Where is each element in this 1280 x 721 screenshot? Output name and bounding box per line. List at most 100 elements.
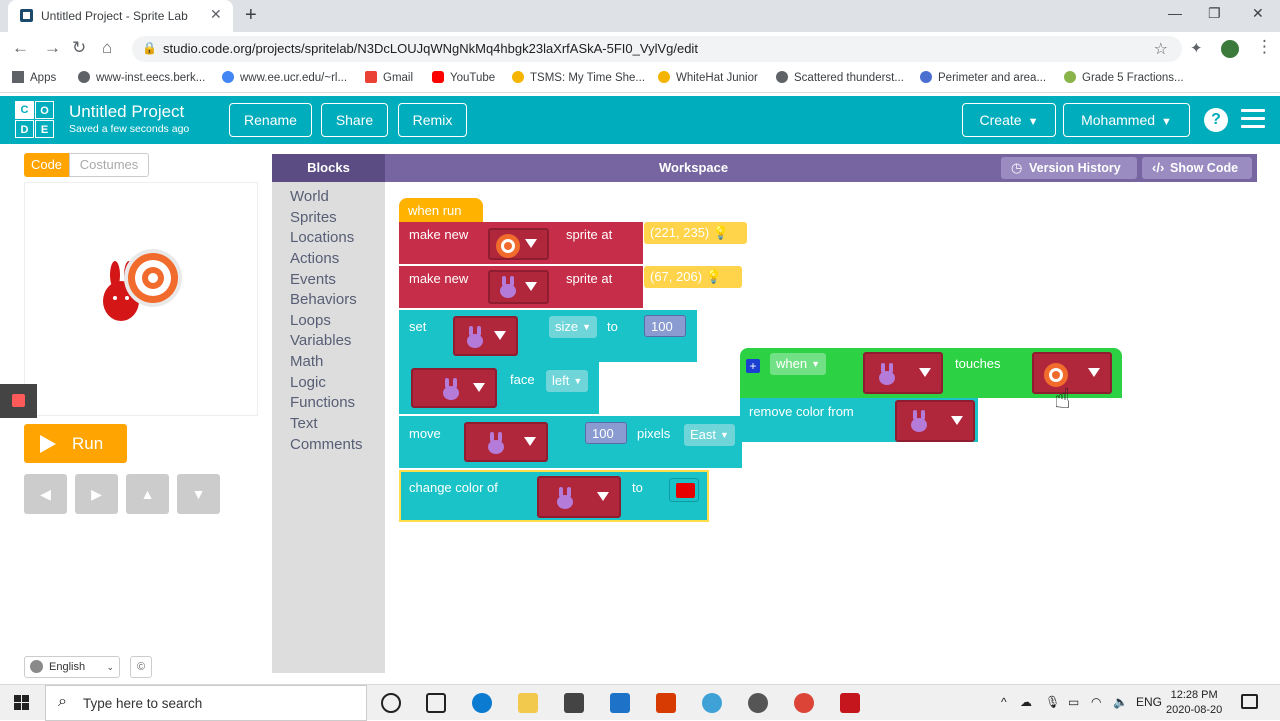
- event-type-dropdown[interactable]: when ▼: [770, 353, 826, 375]
- remix-button[interactable]: Remix: [398, 103, 467, 137]
- category-events[interactable]: Events: [290, 271, 336, 288]
- number-input[interactable]: 100: [585, 422, 627, 444]
- stop-button[interactable]: [0, 384, 37, 418]
- sprite-dropdown[interactable]: [453, 316, 518, 356]
- chrome-icon[interactable]: [794, 693, 814, 713]
- direction-dropdown[interactable]: East ▼: [684, 424, 735, 446]
- tab-code[interactable]: Code: [24, 153, 69, 177]
- restore-icon[interactable]: ❐: [1208, 5, 1221, 22]
- bookmark-item[interactable]: Grade 5 Fractions...: [1064, 71, 1184, 84]
- when-run-block[interactable]: when run: [399, 198, 483, 224]
- file-explorer-icon[interactable]: [518, 693, 538, 713]
- down-arrow-button[interactable]: ▼: [177, 474, 220, 514]
- settings-gear-icon[interactable]: [748, 693, 768, 713]
- direction-dropdown[interactable]: left ▼: [546, 370, 589, 392]
- category-functions[interactable]: Functions: [290, 394, 355, 411]
- home-icon[interactable]: ⌂: [102, 38, 112, 58]
- rename-button[interactable]: Rename: [229, 103, 312, 137]
- microphone-icon[interactable]: 🎙: [1045, 695, 1060, 709]
- category-math[interactable]: Math: [290, 353, 323, 370]
- category-actions[interactable]: Actions: [290, 250, 339, 267]
- show-code-button[interactable]: ‹/› Show Code: [1142, 157, 1252, 179]
- volume-icon[interactable]: 🔈: [1113, 695, 1128, 709]
- category-variables[interactable]: Variables: [290, 332, 351, 349]
- category-behaviors[interactable]: Behaviors: [290, 291, 357, 308]
- category-text[interactable]: Text: [290, 415, 318, 432]
- new-tab-icon[interactable]: +: [245, 4, 257, 27]
- minimize-icon[interactable]: —: [1168, 5, 1182, 21]
- close-window-icon[interactable]: ✕: [1252, 5, 1264, 22]
- taskbar-search[interactable]: ⌕ Type here to search: [45, 685, 367, 721]
- mail-icon[interactable]: [610, 693, 630, 713]
- clock[interactable]: 12:28 PM 2020-08-20: [1166, 688, 1222, 718]
- bookmark-item[interactable]: YouTube: [432, 71, 495, 84]
- face-direction-block[interactable]: face left ▼: [399, 362, 599, 414]
- game-stage[interactable]: [24, 182, 258, 416]
- profile-avatar[interactable]: [1221, 40, 1239, 58]
- user-menu-button[interactable]: Mohammed ▼: [1063, 103, 1190, 137]
- bookmark-item[interactable]: WhiteHat Junior: [658, 71, 758, 84]
- sprite-costume-dropdown[interactable]: [488, 228, 549, 260]
- reload-icon[interactable]: ↻: [72, 38, 86, 58]
- address-bar[interactable]: 🔒 studio.code.org/projects/spritelab/N3D…: [132, 36, 1182, 62]
- category-loops[interactable]: Loops: [290, 312, 331, 329]
- close-tab-icon[interactable]: ✕: [210, 6, 222, 23]
- set-property-block[interactable]: set size ▼ to 100: [399, 310, 697, 362]
- wifi-icon[interactable]: ◠: [1091, 695, 1101, 709]
- code-org-logo[interactable]: C O D E: [15, 101, 55, 139]
- store-icon[interactable]: [564, 693, 584, 713]
- tab-costumes[interactable]: Costumes: [69, 153, 149, 177]
- location-picker-icon[interactable]: 💡: [706, 269, 722, 284]
- version-history-button[interactable]: ◷ Version History: [1001, 157, 1137, 179]
- make-new-sprite-block[interactable]: make new sprite at: [399, 266, 643, 308]
- change-color-block[interactable]: change color of to: [399, 470, 709, 522]
- sprite-dropdown[interactable]: [863, 352, 943, 394]
- bookmark-star-icon[interactable]: ☆: [1154, 39, 1168, 59]
- location-block[interactable]: (67, 206) 💡: [644, 266, 742, 288]
- office-icon[interactable]: [656, 693, 676, 713]
- move-block[interactable]: move 100 pixels East ▼: [399, 416, 742, 468]
- right-arrow-button[interactable]: ▶: [75, 474, 118, 514]
- create-menu-button[interactable]: Create ▼: [962, 103, 1056, 137]
- category-comments[interactable]: Comments: [290, 436, 363, 453]
- help-icon[interactable]: ?: [1204, 108, 1228, 132]
- make-new-sprite-block[interactable]: make new sprite at: [399, 222, 643, 264]
- color-picker[interactable]: [669, 478, 699, 502]
- plus-icon[interactable]: +: [746, 359, 760, 373]
- forward-icon[interactable]: →: [44, 38, 61, 58]
- language-indicator[interactable]: ENG: [1136, 695, 1162, 709]
- number-input[interactable]: 100: [644, 315, 686, 337]
- property-dropdown[interactable]: size ▼: [549, 316, 598, 338]
- browser-menu-icon[interactable]: ⋮: [1256, 37, 1273, 57]
- bookmark-item[interactable]: Perimeter and area...: [920, 71, 1046, 84]
- cortana-icon[interactable]: [381, 693, 401, 713]
- copyright-button[interactable]: ©: [130, 656, 152, 678]
- bookmark-item[interactable]: Gmail: [365, 71, 413, 84]
- workspace-canvas[interactable]: when run make new sprite at (221, 235) 💡…: [385, 182, 1257, 673]
- internet-explorer-icon[interactable]: [702, 693, 722, 713]
- bookmark-apps[interactable]: Apps: [12, 71, 56, 84]
- edge-icon[interactable]: [472, 693, 492, 713]
- tray-expand-icon[interactable]: ^: [1001, 695, 1007, 709]
- sprite-dropdown[interactable]: [895, 400, 975, 442]
- category-locations[interactable]: Locations: [290, 229, 354, 246]
- left-arrow-button[interactable]: ◀: [24, 474, 67, 514]
- acrobat-icon[interactable]: [840, 693, 860, 713]
- category-logic[interactable]: Logic: [290, 374, 326, 391]
- category-sprites[interactable]: Sprites: [290, 209, 337, 226]
- browser-tab[interactable]: Untitled Project - Sprite Lab ✕: [8, 0, 233, 32]
- hamburger-menu-icon[interactable]: [1241, 109, 1265, 129]
- bookmark-item[interactable]: www-inst.eecs.berk...: [78, 71, 205, 84]
- battery-icon[interactable]: ▭: [1068, 695, 1079, 709]
- windows-start-icon[interactable]: [14, 695, 30, 711]
- location-block[interactable]: (221, 235) 💡: [644, 222, 747, 244]
- sprite-dropdown[interactable]: [411, 368, 497, 408]
- task-view-icon[interactable]: [426, 693, 446, 713]
- category-world[interactable]: World: [290, 188, 329, 205]
- bookmark-item[interactable]: TSMS: My Time She...: [512, 71, 645, 84]
- notifications-icon[interactable]: [1241, 694, 1258, 709]
- up-arrow-button[interactable]: ▲: [126, 474, 169, 514]
- language-select[interactable]: English ⌄: [24, 656, 120, 678]
- onedrive-icon[interactable]: ☁: [1020, 695, 1032, 709]
- remove-color-block[interactable]: remove color from: [740, 398, 978, 442]
